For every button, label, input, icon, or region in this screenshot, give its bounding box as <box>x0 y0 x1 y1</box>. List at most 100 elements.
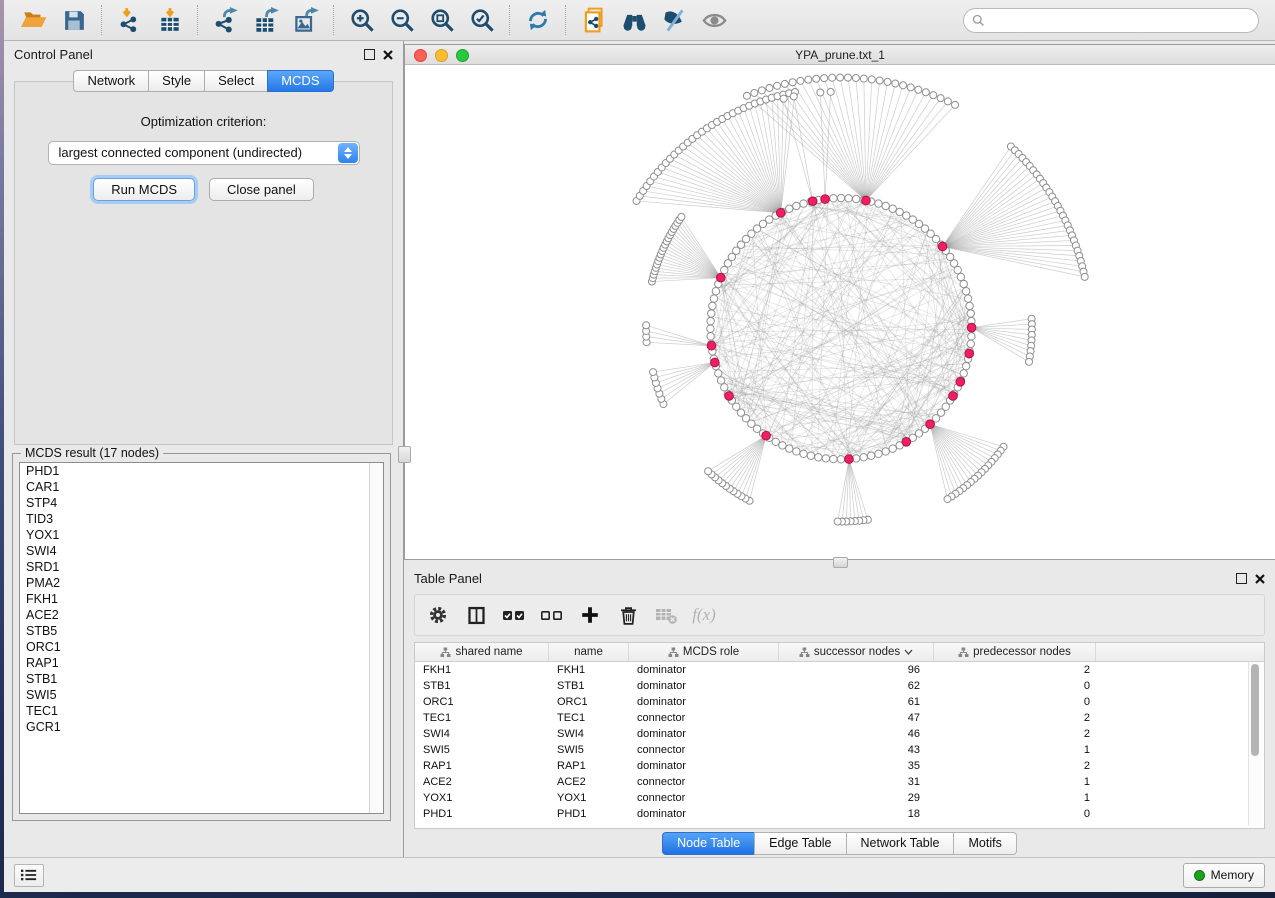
column-header-successor-nodes[interactable]: successor nodes <box>779 643 934 661</box>
network-view[interactable] <box>405 65 1275 568</box>
close-panel-button[interactable]: Close panel <box>209 178 314 201</box>
ring-node[interactable] <box>860 454 867 461</box>
mcds-result-item[interactable]: STB1 <box>20 671 383 687</box>
mcds-result-item[interactable]: GCR1 <box>20 719 383 735</box>
ring-node[interactable] <box>807 452 814 459</box>
task-history-button[interactable] <box>14 864 44 887</box>
ring-node[interactable] <box>830 195 837 202</box>
hub-node[interactable] <box>808 197 817 206</box>
minimize-window-icon[interactable] <box>435 49 448 62</box>
ring-node[interactable] <box>786 205 793 212</box>
hub-node[interactable] <box>938 242 947 251</box>
leaf-node[interactable] <box>650 369 657 376</box>
open-session-button[interactable] <box>14 3 54 37</box>
leaf-node[interactable] <box>937 95 944 102</box>
mcds-result-item[interactable]: RAP1 <box>20 655 383 671</box>
export-image-button[interactable] <box>286 3 326 37</box>
table-row[interactable]: ACE2ACE2connector311 <box>415 774 1264 790</box>
search-input[interactable] <box>990 12 1250 28</box>
ring-node[interactable] <box>957 273 964 280</box>
ring-node[interactable] <box>968 333 975 340</box>
table-row[interactable]: YOX1YOX1connector291 <box>415 790 1264 806</box>
save-session-button[interactable] <box>54 3 94 37</box>
leaf-node[interactable] <box>922 89 929 96</box>
float-panel-icon[interactable] <box>364 49 375 60</box>
leaf-node[interactable] <box>844 74 851 81</box>
mcds-result-item[interactable]: TID3 <box>20 511 383 527</box>
leaf-node[interactable] <box>780 95 787 102</box>
hub-node[interactable] <box>956 377 965 386</box>
vertical-splitter-grip[interactable] <box>398 446 411 463</box>
hub-node[interactable] <box>967 323 976 332</box>
hub-node[interactable] <box>707 341 716 350</box>
column-header-predecessor-nodes[interactable]: predecessor nodes <box>934 643 1096 661</box>
ring-node[interactable] <box>889 445 896 452</box>
leaf-node[interactable] <box>907 84 914 91</box>
column-header-name[interactable]: name <box>549 643 629 661</box>
tab-mcds[interactable]: MCDS <box>267 70 333 92</box>
leaf-node[interactable] <box>1025 358 1032 365</box>
table-row[interactable]: ORC1ORC1dominator610 <box>415 694 1264 710</box>
function-builder-button[interactable]: f(x) <box>687 599 721 631</box>
mcds-result-item[interactable]: TEC1 <box>20 703 383 719</box>
leaf-node[interactable] <box>837 74 844 81</box>
mcds-result-item[interactable]: ACE2 <box>20 607 383 623</box>
search-network-button[interactable] <box>614 3 654 37</box>
hide-graphics-details-button[interactable] <box>654 3 694 37</box>
leaf-node[interactable] <box>860 75 867 82</box>
ring-node[interactable] <box>709 302 716 309</box>
mcds-result-item[interactable]: SWI4 <box>20 543 383 559</box>
ring-node[interactable] <box>707 325 714 332</box>
ring-node[interactable] <box>786 445 793 452</box>
leaf-node[interactable] <box>827 88 834 95</box>
leaf-node[interactable] <box>766 84 773 91</box>
refresh-button[interactable] <box>518 3 558 37</box>
ring-node[interactable] <box>867 452 874 459</box>
leaf-node[interactable] <box>944 496 951 503</box>
ring-node[interactable] <box>707 317 714 324</box>
add-column-button[interactable] <box>573 599 607 631</box>
leaf-node[interactable] <box>758 87 765 94</box>
leaf-node[interactable] <box>790 93 797 100</box>
ring-node[interactable] <box>822 455 829 462</box>
leaf-node[interactable] <box>817 89 824 96</box>
mcds-result-item[interactable]: STB5 <box>20 623 383 639</box>
close-window-icon[interactable] <box>414 49 427 62</box>
zoom-selected-button[interactable] <box>462 3 502 37</box>
leaf-node[interactable] <box>1081 273 1088 280</box>
ring-node[interactable] <box>800 200 807 207</box>
ring-node[interactable] <box>889 205 896 212</box>
export-network-button[interactable] <box>206 3 246 37</box>
hub-node[interactable] <box>776 209 785 218</box>
ring-node[interactable] <box>852 195 859 202</box>
show-columns-button[interactable] <box>459 599 493 631</box>
maximize-window-icon[interactable] <box>456 49 469 62</box>
ring-node[interactable] <box>707 333 714 340</box>
tab-network[interactable]: Network <box>73 70 148 92</box>
leaf-node[interactable] <box>743 92 750 99</box>
ring-node[interactable] <box>715 370 722 377</box>
delete-column-button[interactable] <box>611 599 645 631</box>
ring-node[interactable] <box>710 295 717 302</box>
tab-motifs[interactable]: Motifs <box>953 832 1016 855</box>
ring-node[interactable] <box>712 288 719 295</box>
ring-node[interactable] <box>875 450 882 457</box>
close-table-panel-icon[interactable] <box>1255 574 1265 584</box>
ring-node[interactable] <box>717 377 724 384</box>
ring-node[interactable] <box>964 295 971 302</box>
ring-node[interactable] <box>708 310 715 317</box>
criterion-select[interactable]: largest connected component (undirected) <box>48 141 360 165</box>
ring-node[interactable] <box>967 310 974 317</box>
float-table-panel-icon[interactable] <box>1236 573 1247 584</box>
ring-node[interactable] <box>793 202 800 209</box>
hub-node[interactable] <box>862 196 871 205</box>
mcds-result-item[interactable]: CAR1 <box>20 479 383 495</box>
table-row[interactable]: PHD1PHD1dominator180 <box>415 806 1264 822</box>
leaf-node[interactable] <box>821 75 828 82</box>
network-canvas[interactable] <box>405 65 1275 568</box>
leaf-node[interactable] <box>868 76 875 83</box>
ring-node[interactable] <box>954 266 961 273</box>
leaf-node[interactable] <box>643 322 650 329</box>
leaf-node[interactable] <box>852 74 859 81</box>
leaf-node[interactable] <box>751 89 758 96</box>
